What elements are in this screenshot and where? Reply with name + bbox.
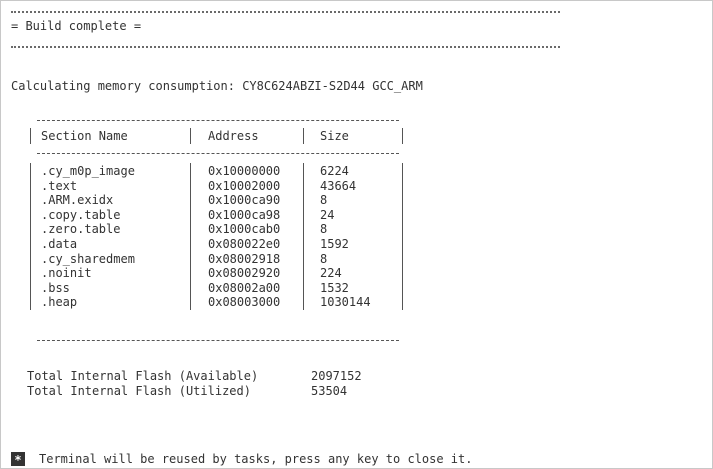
row-size: 8: [320, 251, 328, 266]
row-address: 0x08002a00: [208, 280, 281, 295]
header-col-separator: [30, 128, 31, 144]
row-section-name: .data: [41, 237, 78, 251]
row-section-name: .zero.table: [41, 222, 121, 237]
table-rule-header: [37, 153, 399, 154]
row-section-name: .heap: [41, 295, 78, 310]
row-size: 224: [320, 266, 342, 281]
row-col-separator: [190, 163, 191, 310]
total-value: 2097152: [311, 369, 362, 383]
row-address: 0x1000ca90: [208, 193, 281, 208]
row-address: 0x080022e0: [208, 237, 281, 251]
row-size: 1592: [320, 237, 349, 251]
table-rule-top: [37, 120, 399, 121]
row-size: 8: [320, 193, 328, 208]
total-value: 53504: [311, 384, 348, 398]
row-col-separator: [303, 163, 304, 310]
row-size: 8: [320, 222, 328, 237]
header-col-separator: [402, 128, 403, 144]
row-section-name: .cy_m0p_image: [41, 164, 135, 178]
terminal-reuse-message: Terminal will be reused by tasks, press …: [39, 452, 473, 466]
header-address: Address: [208, 129, 259, 143]
row-section-name: .noinit: [41, 266, 92, 281]
terminal-reuse-badge: *: [11, 452, 25, 467]
row-address: 0x08003000: [208, 295, 281, 310]
banner-rule-bottom: [11, 46, 560, 48]
header-col-separator: [303, 128, 304, 144]
banner-rule-top: [11, 11, 560, 13]
total-label: Total Internal Flash (Available): [27, 369, 259, 383]
row-address: 0x1000cab0: [208, 222, 281, 237]
memory-consumption-line: Calculating memory consumption: CY8C624A…: [11, 79, 423, 93]
total-label: Total Internal Flash (Utilized): [27, 384, 251, 398]
row-address: 0x08002918: [208, 251, 281, 266]
row-size: 43664: [320, 178, 357, 193]
header-size: Size: [320, 129, 349, 143]
row-section-name: .bss: [41, 280, 70, 295]
row-size: 1030144: [320, 295, 371, 310]
row-section-name: .ARM.exidx: [41, 193, 114, 208]
table-rule-bottom: [37, 340, 399, 341]
row-section-name: .text: [41, 178, 78, 193]
row-section-name: .copy.table: [41, 207, 121, 222]
row-address: 0x1000ca98: [208, 207, 281, 222]
build-complete-banner: = Build complete =: [11, 19, 142, 33]
row-size: 6224: [320, 164, 349, 178]
header-section-name: Section Name: [41, 129, 128, 143]
row-size: 1532: [320, 280, 349, 295]
row-address: 0x08002920: [208, 266, 281, 281]
row-address: 0x10000000: [208, 164, 281, 178]
row-address: 0x10002000: [208, 178, 281, 193]
terminal-panel[interactable]: = Build complete = Calculating memory co…: [0, 0, 713, 469]
row-col-separator: [402, 163, 403, 310]
header-col-separator: [190, 128, 191, 144]
row-col-separator: [30, 163, 31, 310]
row-size: 24: [320, 207, 335, 222]
row-section-name: .cy_sharedmem: [41, 251, 135, 266]
